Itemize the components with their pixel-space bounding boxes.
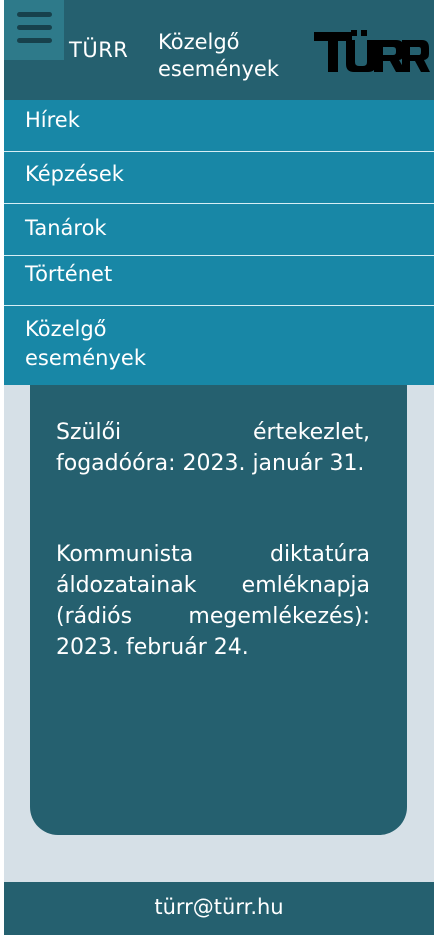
header: TÜRR Közelgő események	[4, 0, 434, 100]
footer: türr@türr.hu	[4, 882, 434, 935]
nav-item-label: Közelgő események	[25, 317, 146, 370]
hamburger-menu-button[interactable]	[4, 0, 64, 60]
nav-item-label: Történet	[25, 262, 113, 286]
site-name: TÜRR	[69, 38, 129, 62]
event-item: Kommunista diktatúra áldozatainak emlékn…	[56, 542, 370, 660]
page-title: Közelgő események	[158, 30, 279, 81]
event-item: Szülői értekezlet, fogadóóra: 2023. janu…	[56, 420, 370, 476]
turr-logo[interactable]	[312, 26, 430, 78]
nav-item-label: Tanárok	[25, 216, 107, 240]
nav-item-hirek[interactable]: Hírek	[4, 100, 434, 152]
nav-item-kepzesek[interactable]: Képzések	[4, 152, 434, 204]
nav-item-tanarok[interactable]: Tanárok	[4, 204, 434, 256]
nav-item-kozelgo-esemenyek[interactable]: Közelgő események	[4, 306, 434, 385]
nav-item-label: Hírek	[25, 108, 80, 132]
events-card: Szülői értekezlet, fogadóóra: 2023. janu…	[30, 385, 407, 835]
nav-item-tortenet[interactable]: Történet	[4, 256, 434, 306]
nav-menu: Hírek Képzések Tanárok Történet Közelgő …	[4, 100, 434, 385]
footer-email-link[interactable]: türr@türr.hu	[4, 895, 434, 919]
nav-item-label: Képzések	[25, 162, 124, 186]
